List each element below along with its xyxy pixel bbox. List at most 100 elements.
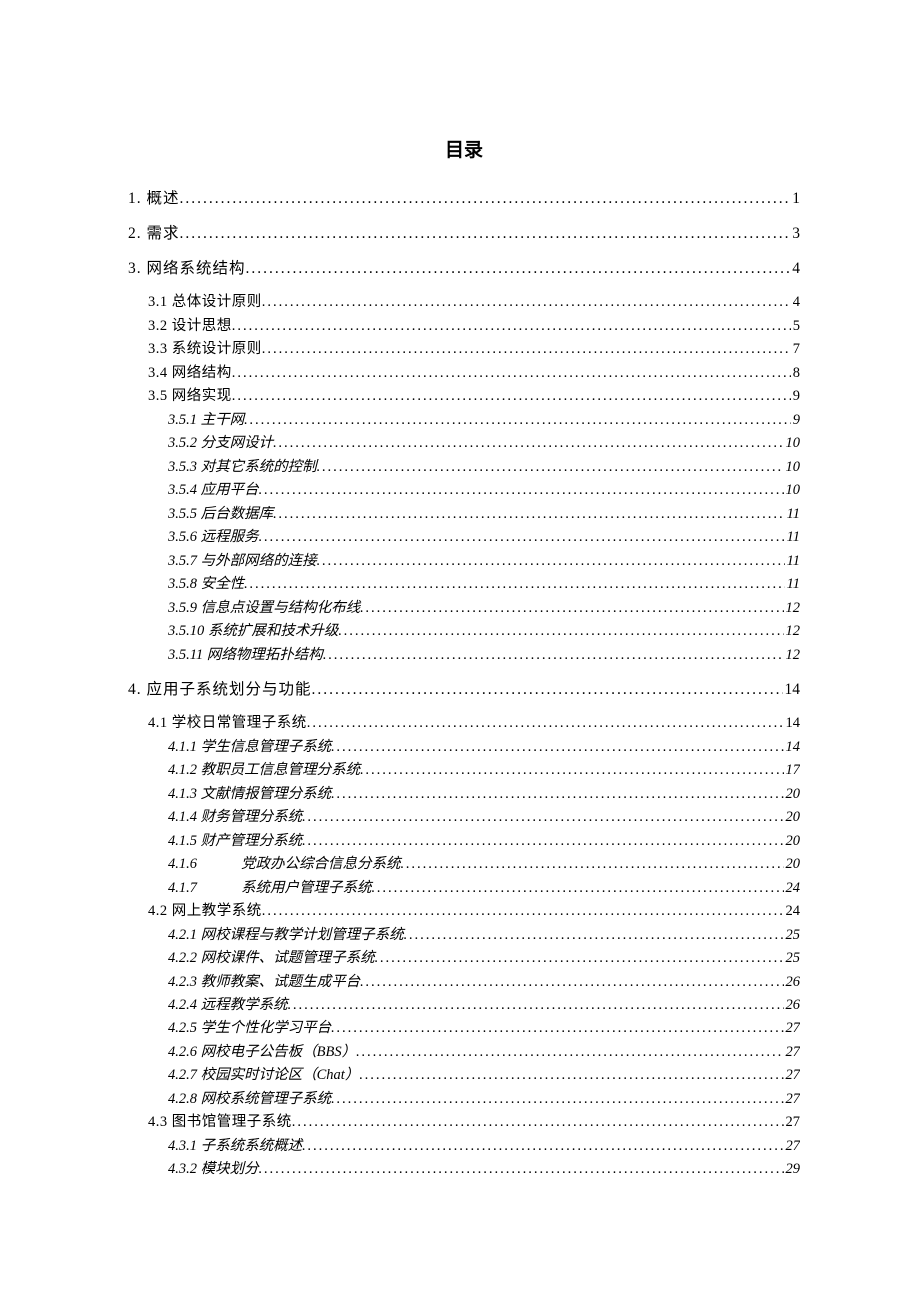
toc-leader-dots xyxy=(360,971,783,994)
toc-entry-label: 3.5.2 分支网设计 xyxy=(168,432,273,455)
toc-page-number: 9 xyxy=(791,385,800,408)
toc-page-number: 27 xyxy=(784,1041,801,1064)
toc-page-number: 17 xyxy=(784,759,801,782)
toc-entry: 3.5.11 网络物理拓扑结构 12 xyxy=(128,644,800,667)
toc-entry-label: 3.1 总体设计原则 xyxy=(148,291,262,314)
toc-leader-dots xyxy=(401,853,784,876)
toc-leader-dots xyxy=(331,783,783,806)
toc-leader-dots xyxy=(180,221,791,246)
toc-entry: 3.5.3 对其它系统的控制 10 xyxy=(128,456,800,479)
toc-entry: 3.5.6 远程服务11 xyxy=(128,526,800,549)
toc-page-number: 4 xyxy=(790,256,800,281)
toc-entry-label: 4.2.3 教师教案、试题生成平台 xyxy=(168,971,360,994)
toc-page-number: 11 xyxy=(785,550,800,573)
toc-entry-label: 4.1.6党政办公综合信息分系统 xyxy=(168,853,401,876)
toc-entry: 4.2.1 网校课程与教学计划管理子系统25 xyxy=(128,924,800,947)
toc-leader-dots xyxy=(317,550,785,573)
toc-entry: 4.1.2 教职员工信息管理分系统17 xyxy=(128,759,800,782)
toc-entry: 4.3.2 模块划分29 xyxy=(128,1158,800,1181)
toc-entry: 3.5.8 安全性 11 xyxy=(128,573,800,596)
toc-leader-dots xyxy=(404,924,784,947)
toc-entry-label: 3.2 设计思想 xyxy=(148,315,232,338)
toc-entry: 3.5.9 信息点设置与结构化布线 12 xyxy=(128,597,800,620)
toc-entry-label: 3.5.9 信息点设置与结构化布线 xyxy=(168,597,360,620)
toc-page-number: 20 xyxy=(784,806,801,829)
toc-entry-label: 4. 应用子系统划分与功能 xyxy=(128,677,312,702)
toc-page-number: 4 xyxy=(791,291,800,314)
toc-page-number: 8 xyxy=(791,362,800,385)
toc-page-number: 12 xyxy=(784,620,801,643)
toc-page-number: 12 xyxy=(784,644,801,667)
toc-page-number: 7 xyxy=(791,338,800,361)
toc-page-number: 12 xyxy=(784,597,801,620)
toc-entry-label: 3.5.7 与外部网络的连接 xyxy=(168,550,317,573)
table-of-contents: 1. 概述12. 需求33. 网络系统结构43.1 总体设计原则43.2 设计思… xyxy=(128,186,800,1182)
toc-leader-dots xyxy=(302,1135,783,1158)
toc-leader-dots xyxy=(359,1064,783,1087)
toc-entry: 4.1.6党政办公综合信息分系统20 xyxy=(128,853,800,876)
toc-page-number: 1 xyxy=(790,186,800,211)
toc-entry: 2. 需求3 xyxy=(128,221,800,246)
toc-leader-dots xyxy=(302,830,783,853)
toc-entry: 4.2.6 网校电子公告板（BBS）27 xyxy=(128,1041,800,1064)
toc-leader-dots xyxy=(360,759,783,782)
toc-page-number: 11 xyxy=(785,573,800,596)
toc-page-number: 24 xyxy=(784,877,801,900)
toc-entry: 3.5 网络实现 9 xyxy=(128,385,800,408)
toc-entry-label: 3.5.8 安全性 xyxy=(168,573,244,596)
toc-page-number: 10 xyxy=(784,432,801,455)
toc-entry-label: 3.5 网络实现 xyxy=(148,385,232,408)
toc-page-number: 27 xyxy=(784,1135,801,1158)
toc-page-number: 27 xyxy=(784,1088,801,1111)
toc-entry-label: 3.5.4 应用平台 xyxy=(168,479,259,502)
toc-entry: 3. 网络系统结构4 xyxy=(128,256,800,281)
toc-entry-label: 4.3.2 模块划分 xyxy=(168,1158,259,1181)
toc-entry: 4.1 学校日常管理子系统 14 xyxy=(128,712,800,735)
toc-entry: 4.2.4 远程教学系统26 xyxy=(128,994,800,1017)
toc-page-number: 9 xyxy=(791,409,800,432)
toc-entry: 4.1.5 财产管理分系统20 xyxy=(128,830,800,853)
toc-leader-dots xyxy=(338,620,783,643)
toc-entry-label: 4.3.1 子系统系统概述 xyxy=(168,1135,302,1158)
toc-page-number: 14 xyxy=(784,712,801,735)
toc-entry: 4.2.5 学生个性化学习平台27 xyxy=(128,1017,800,1040)
toc-entry: 4.3 图书馆管理子系统27 xyxy=(128,1111,800,1134)
toc-page-number: 25 xyxy=(784,924,801,947)
toc-entry-label: 3.4 网络结构 xyxy=(148,362,232,385)
toc-entry: 3.3 系统设计原则 7 xyxy=(128,338,800,361)
toc-leader-dots xyxy=(273,503,784,526)
toc-leader-dots xyxy=(317,456,784,479)
toc-entry-label: 4.1.3 文献情报管理分系统 xyxy=(168,783,331,806)
toc-leader-dots xyxy=(356,1041,783,1064)
toc-entry-label: 3.5.3 对其它系统的控制 xyxy=(168,456,317,479)
toc-title: 目录 xyxy=(128,135,800,162)
toc-leader-dots xyxy=(232,315,791,338)
toc-page-number: 25 xyxy=(784,947,801,970)
toc-entry-label: 4.2.5 学生个性化学习平台 xyxy=(168,1017,331,1040)
toc-leader-dots xyxy=(360,597,783,620)
toc-entry: 3.5.1 主干网9 xyxy=(128,409,800,432)
toc-entry-label: 3.5.11 网络物理拓扑结构 xyxy=(168,644,323,667)
toc-entry: 4.2.7 校园实时讨论区（Chat）27 xyxy=(128,1064,800,1087)
toc-page-number: 11 xyxy=(785,526,800,549)
toc-page-number: 10 xyxy=(784,456,801,479)
toc-entry-label: 4.2.2 网校课件、试题管理子系统 xyxy=(168,947,375,970)
toc-leader-dots xyxy=(246,256,791,281)
toc-leader-dots xyxy=(273,432,783,455)
toc-leader-dots xyxy=(259,526,785,549)
toc-leader-dots xyxy=(312,677,783,702)
toc-entry: 3.5.5 后台数据库11 xyxy=(128,503,800,526)
toc-entry: 3.1 总体设计原则 4 xyxy=(128,291,800,314)
toc-entry-label: 3.5.5 后台数据库 xyxy=(168,503,273,526)
toc-entry: 4. 应用子系统划分与功能14 xyxy=(128,677,800,702)
toc-leader-dots xyxy=(331,736,783,759)
toc-entry: 4.2.8 网校系统管理子系统 27 xyxy=(128,1088,800,1111)
toc-entry: 4.1.3 文献情报管理分系统20 xyxy=(128,783,800,806)
toc-page-number: 20 xyxy=(784,830,801,853)
toc-entry-label: 4.1 学校日常管理子系统 xyxy=(148,712,307,735)
toc-entry-label: 3.3 系统设计原则 xyxy=(148,338,262,361)
toc-entry-label: 3.5.10 系统扩展和技术升级 xyxy=(168,620,338,643)
toc-entry-label: 4.2.4 远程教学系统 xyxy=(168,994,288,1017)
toc-entry-label: 4.1.7系统用户管理子系统 xyxy=(168,877,372,900)
toc-entry-label: 4.2.8 网校系统管理子系统 xyxy=(168,1088,331,1111)
